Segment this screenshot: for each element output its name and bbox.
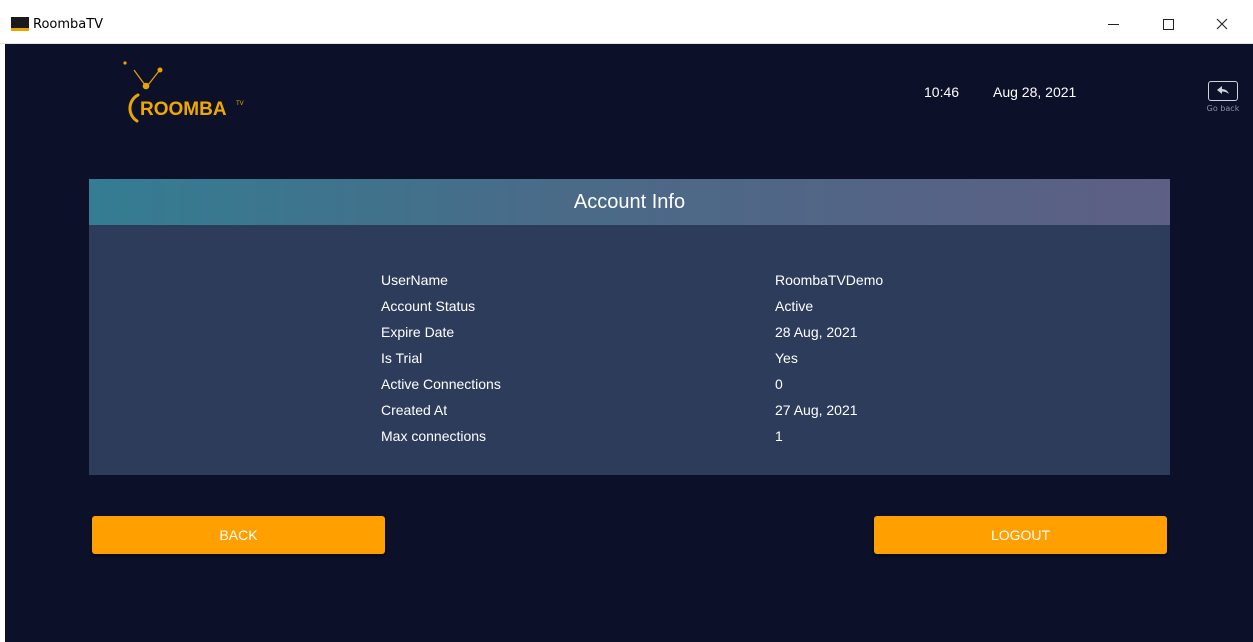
account-info-title: Account Info xyxy=(573,190,686,213)
info-value: 27 Aug, 2021 xyxy=(775,402,858,418)
info-row-active-connections: Active Connections 0 xyxy=(381,371,975,397)
info-row-username: UserName RoombaTVDemo xyxy=(381,267,975,293)
info-row-expire-date: Expire Date 28 Aug, 2021 xyxy=(381,319,975,345)
maximize-icon xyxy=(1162,18,1174,30)
maximize-button[interactable] xyxy=(1145,13,1191,35)
app-icon xyxy=(11,17,29,31)
clock-time: 10:46 xyxy=(924,84,960,100)
back-button[interactable]: BACK xyxy=(92,516,385,554)
roombatv-logo: ROOMBA TV xyxy=(123,61,244,123)
info-label: Created At xyxy=(381,402,448,418)
info-label: Expire Date xyxy=(381,324,455,340)
close-button[interactable] xyxy=(1199,13,1245,35)
clock-date: Aug 28, 2021 xyxy=(993,84,1077,100)
info-value: Yes xyxy=(775,350,798,366)
logout-button[interactable]: LOGOUT xyxy=(874,516,1167,554)
minimize-icon xyxy=(1107,23,1119,25)
window-title: RoombaTV xyxy=(33,17,104,32)
info-value: Active xyxy=(775,298,814,314)
svg-text:TV: TV xyxy=(236,101,244,107)
info-value: 28 Aug, 2021 xyxy=(775,324,858,340)
minimize-button[interactable] xyxy=(1090,13,1136,35)
account-info-table: UserName RoombaTVDemo Account Status Act… xyxy=(381,267,975,449)
back-arrow-icon xyxy=(1217,86,1229,94)
info-label: Account Status xyxy=(381,298,476,314)
app-content: ROOMBA TV 10:46 Aug 28, 2021 Go back Acc… xyxy=(5,44,1253,642)
info-row-max-connections: Max connections 1 xyxy=(381,423,975,449)
info-row-is-trial: Is Trial Yes xyxy=(381,345,975,371)
info-label: UserName xyxy=(381,272,448,288)
go-back-label: Go back xyxy=(1206,104,1240,113)
info-row-created-at: Created At 27 Aug, 2021 xyxy=(381,397,975,423)
close-icon xyxy=(1216,18,1228,30)
info-value: 1 xyxy=(775,428,783,444)
info-value: 0 xyxy=(775,376,783,392)
info-label: Active Connections xyxy=(381,376,501,392)
info-label: Is Trial xyxy=(381,350,423,366)
account-info-header: Account Info xyxy=(89,179,1170,225)
account-info-panel: Account Info UserName RoombaTVDemo Accou… xyxy=(89,179,1170,475)
window-titlebar: RoombaTV xyxy=(0,0,1253,44)
info-value: RoombaTVDemo xyxy=(775,272,884,288)
info-row-account-status: Account Status Active xyxy=(381,293,975,319)
go-back-button[interactable]: Go back xyxy=(1203,81,1243,121)
svg-text:ROOMBA: ROOMBA xyxy=(140,99,227,120)
info-label: Max connections xyxy=(381,428,487,444)
